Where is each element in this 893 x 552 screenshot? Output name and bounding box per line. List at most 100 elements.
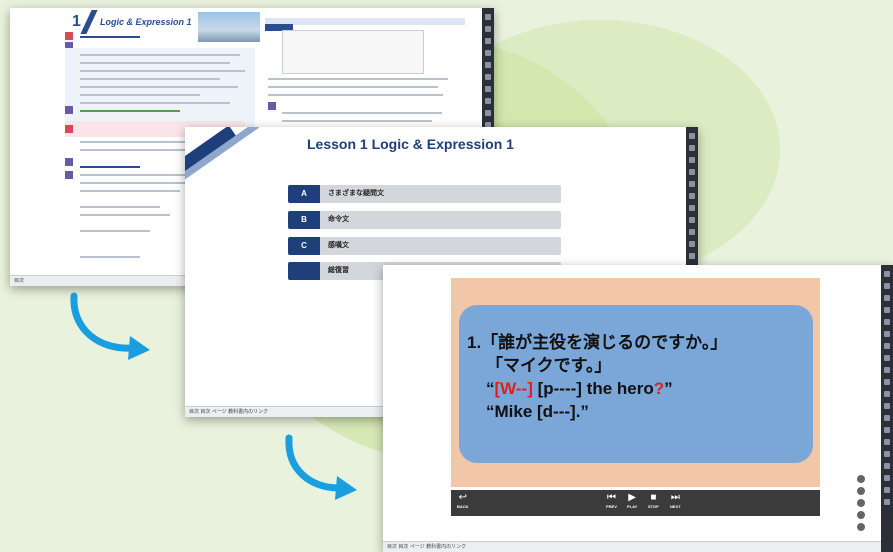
flow-arrow-icon bbox=[70, 292, 150, 360]
text-line bbox=[80, 206, 160, 208]
page-dot[interactable] bbox=[857, 523, 865, 531]
toolbar-links[interactable]: 目次 目次 ページ 教科書内のリンク bbox=[387, 544, 466, 550]
media-controls-bar: ↩ BACK ⏮ PREV ▶ PLAY ■ STOP ⏭ NEXT bbox=[451, 490, 820, 516]
text-line bbox=[268, 86, 438, 88]
menu-item-a[interactable]: A さまざまな疑問文 bbox=[288, 185, 561, 203]
tool-icon[interactable] bbox=[689, 205, 695, 211]
tool-icon[interactable] bbox=[884, 379, 890, 385]
menu-item-tag: B bbox=[288, 211, 320, 229]
tool-icon[interactable] bbox=[689, 229, 695, 235]
text-line bbox=[268, 94, 443, 96]
tool-icon[interactable] bbox=[884, 331, 890, 337]
title-slash-decoration bbox=[80, 10, 98, 34]
text-line bbox=[80, 214, 170, 216]
open-quote: “ bbox=[486, 379, 495, 398]
text-line bbox=[80, 78, 220, 80]
question-mark-highlighted: ? bbox=[653, 379, 665, 398]
tool-icon[interactable] bbox=[485, 26, 491, 32]
tool-icon[interactable] bbox=[689, 145, 695, 151]
tool-icon[interactable] bbox=[689, 241, 695, 247]
section-marker bbox=[65, 158, 73, 166]
page-dot[interactable] bbox=[857, 499, 865, 507]
tool-icon[interactable] bbox=[884, 343, 890, 349]
text-line bbox=[80, 182, 185, 184]
tool-icon[interactable] bbox=[485, 98, 491, 104]
tool-icon[interactable] bbox=[689, 169, 695, 175]
quiz-stage: 1.「誰が主役を演じるのですか。」 「マイクです。」 “[W--] [p----… bbox=[451, 278, 820, 487]
tool-icon[interactable] bbox=[689, 193, 695, 199]
tool-icon[interactable] bbox=[485, 14, 491, 20]
prev-label: PREV bbox=[606, 504, 617, 509]
tool-icon[interactable] bbox=[884, 307, 890, 313]
tool-icon[interactable] bbox=[884, 451, 890, 457]
back-button[interactable]: ↩ BACK bbox=[457, 492, 469, 510]
text-line bbox=[282, 120, 432, 122]
section-marker bbox=[268, 102, 276, 110]
tool-icon[interactable] bbox=[884, 391, 890, 397]
tool-icon[interactable] bbox=[884, 295, 890, 301]
play-button[interactable]: ▶ PLAY bbox=[627, 492, 637, 510]
illustration bbox=[282, 30, 424, 74]
tool-icon[interactable] bbox=[689, 253, 695, 259]
tool-icon[interactable] bbox=[884, 367, 890, 373]
stop-button[interactable]: ■ STOP bbox=[648, 492, 659, 510]
tool-icon[interactable] bbox=[485, 74, 491, 80]
tool-icon[interactable] bbox=[884, 403, 890, 409]
tool-icon[interactable] bbox=[884, 499, 890, 505]
tool-rail[interactable] bbox=[881, 265, 893, 552]
page-dot[interactable] bbox=[857, 475, 865, 483]
menu-item-tag: C bbox=[288, 237, 320, 255]
text-line bbox=[80, 62, 230, 64]
tool-icon[interactable] bbox=[689, 157, 695, 163]
tool-icon[interactable] bbox=[689, 181, 695, 187]
prev-button[interactable]: ⏮ PREV bbox=[606, 492, 617, 510]
flow-arrow-icon bbox=[285, 434, 357, 500]
text-line bbox=[80, 94, 200, 96]
tool-icon[interactable] bbox=[884, 319, 890, 325]
stop-label: STOP bbox=[648, 504, 659, 509]
tool-icon[interactable] bbox=[689, 217, 695, 223]
answer-japanese: 「マイクです。」 bbox=[486, 356, 612, 375]
toc-button[interactable]: 目次 bbox=[14, 278, 24, 284]
tool-icon[interactable] bbox=[485, 62, 491, 68]
tool-icon[interactable] bbox=[485, 50, 491, 56]
right-column-heading bbox=[265, 18, 465, 31]
section-heading bbox=[80, 36, 140, 38]
tool-icon[interactable] bbox=[884, 427, 890, 433]
tool-icon[interactable] bbox=[485, 86, 491, 92]
text-line bbox=[80, 141, 190, 143]
page-dot[interactable] bbox=[857, 487, 865, 495]
menu-item-label: 命令文 bbox=[328, 216, 349, 223]
model-conversation-box bbox=[65, 48, 255, 128]
back-label: BACK bbox=[457, 504, 469, 509]
text-line bbox=[80, 149, 200, 151]
tool-icon[interactable] bbox=[884, 283, 890, 289]
tool-icon[interactable] bbox=[884, 475, 890, 481]
menu-item-tag: A bbox=[288, 185, 320, 203]
prev-icon: ⏮ bbox=[606, 492, 616, 503]
tool-icon[interactable] bbox=[884, 439, 890, 445]
question-english: “[W--] [p----] the hero?” bbox=[486, 379, 673, 399]
tool-icon[interactable] bbox=[884, 355, 890, 361]
tool-icon[interactable] bbox=[485, 38, 491, 44]
menu-item-tag bbox=[288, 262, 320, 280]
menu-item-b[interactable]: B 命令文 bbox=[288, 211, 561, 229]
text-line bbox=[80, 70, 245, 72]
menu-item-label: 感嘆文 bbox=[328, 242, 349, 249]
next-button[interactable]: ⏭ NEXT bbox=[670, 492, 681, 510]
tool-icon[interactable] bbox=[485, 110, 491, 116]
quiz-page: 1.「誰が主役を演じるのですか。」 「マイクです。」 “[W--] [p----… bbox=[383, 265, 881, 542]
tool-icon[interactable] bbox=[884, 415, 890, 421]
city-photo bbox=[198, 12, 260, 42]
tool-icon[interactable] bbox=[884, 487, 890, 493]
answer-blank-highlighted[interactable]: [W--] bbox=[495, 379, 533, 398]
toolbar-links[interactable]: 目次 目次 ページ 教科書内のリンク bbox=[189, 409, 268, 415]
tool-icon[interactable] bbox=[884, 463, 890, 469]
menu-item-label: さまざまな疑問文 bbox=[328, 190, 384, 197]
menu-item-c[interactable]: C 感嘆文 bbox=[288, 237, 561, 255]
tool-icon[interactable] bbox=[884, 271, 890, 277]
tool-icon[interactable] bbox=[689, 133, 695, 139]
bottom-toolbar: 目次 目次 ページ 教科書内のリンク bbox=[383, 541, 881, 552]
page-dot[interactable] bbox=[857, 511, 865, 519]
stop-icon: ■ bbox=[650, 492, 657, 503]
